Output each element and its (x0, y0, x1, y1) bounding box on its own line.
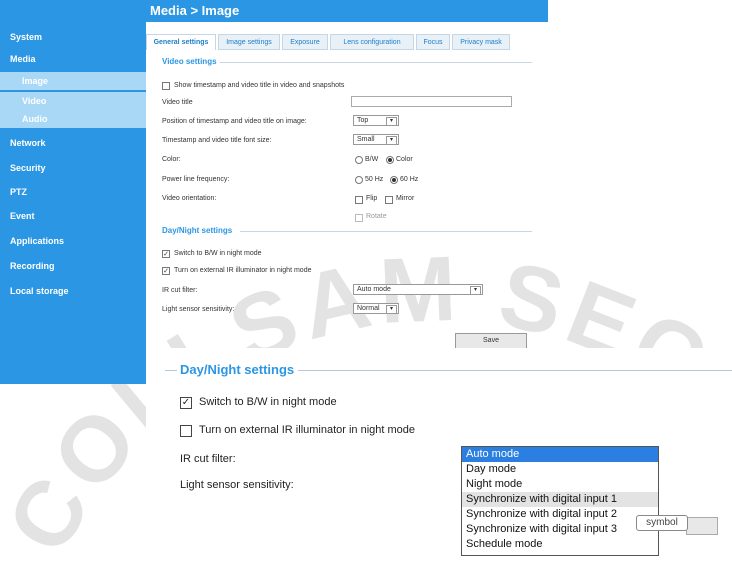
tab-focus[interactable]: Focus (416, 34, 450, 50)
ir-cut-label-small: IR cut filter: (162, 287, 198, 294)
flip-checkbox[interactable] (355, 196, 363, 204)
color-color-radio[interactable] (386, 156, 394, 164)
power-50hz-label: 50 Hz (365, 176, 384, 183)
ir-cut-label: IR cut filter: (180, 453, 236, 465)
rotate-label: Rotate (366, 213, 387, 220)
video-title-input[interactable] (351, 96, 512, 107)
sidebar-item-event[interactable]: Event (0, 206, 146, 226)
video-settings-title: Video settings (162, 57, 217, 66)
switch-bw-label-small: Switch to B/W in night mode (174, 250, 262, 257)
sidebar-item-local-storage[interactable]: Local storage (0, 281, 146, 301)
switch-bw-checkbox[interactable]: ✓ (180, 397, 192, 409)
orientation-label: Video orientation: (162, 195, 217, 202)
font-size-select[interactable]: Small ▾ (353, 134, 399, 145)
switch-bw-checkbox-small[interactable]: ✓ (162, 250, 170, 258)
ir-illuminator-label-small: Turn on external IR illuminator in night… (174, 267, 312, 274)
sidebar-item-system[interactable]: System (0, 27, 146, 47)
color-bw-label: B/W (365, 156, 379, 163)
chevron-down-icon: ▾ (386, 136, 397, 145)
color-bw-radio[interactable] (355, 156, 363, 164)
position-select[interactable]: Top ▾ (353, 115, 399, 126)
tab-privacy-mask[interactable]: Privacy mask (452, 34, 510, 50)
tab-exposure[interactable]: Exposure (282, 34, 328, 50)
divider (298, 370, 732, 371)
day-night-title: Day/Night settings (180, 362, 295, 377)
ir-illuminator-checkbox-small[interactable]: ✓ (162, 267, 170, 275)
ir-illuminator-label: Turn on external IR illuminator in night… (199, 424, 416, 436)
ir-cut-select-small[interactable]: Auto mode ▾ (353, 284, 483, 295)
dropdown-option-di2[interactable]: Synchronize with digital input 2 (462, 507, 658, 522)
mirror-label: Mirror (396, 195, 415, 202)
tab-general-settings[interactable]: General settings (146, 34, 216, 50)
dropdown-option-auto[interactable]: Auto mode (462, 447, 658, 462)
sidebar-subitem-audio[interactable]: Audio (0, 110, 146, 128)
dropdown-option-di1[interactable]: Synchronize with digital input 1 (462, 492, 658, 507)
sidebar-item-ptz[interactable]: PTZ (0, 182, 146, 202)
chevron-down-icon: ▾ (386, 117, 397, 126)
chevron-down-icon: ▾ (470, 286, 481, 295)
color-color-label: Color (396, 156, 413, 163)
sidebar-item-applications[interactable]: Applications (0, 231, 146, 251)
sidebar: System Media Image Video Audio Network S… (0, 0, 146, 384)
timestamp-checkbox[interactable] (162, 82, 170, 90)
sidebar-item-network[interactable]: Network (0, 133, 146, 153)
sidebar-item-security[interactable]: Security (0, 158, 146, 178)
mirror-checkbox[interactable] (385, 196, 393, 204)
color-label: Color: (162, 156, 181, 163)
position-label: Position of timestamp and video title on… (162, 118, 307, 125)
page-title: Media > Image (146, 0, 548, 22)
dropdown-option-schedule[interactable]: Schedule mode (462, 537, 658, 552)
tab-bar: General settings Image settings Exposure… (146, 29, 538, 51)
power-line-label: Power line frequency: (162, 176, 230, 183)
sidebar-subitem-video[interactable]: Video (0, 92, 146, 110)
switch-bw-label: Switch to B/W in night mode (199, 396, 337, 408)
light-sensor-label: Light sensor sensitivity: (180, 479, 294, 491)
sidebar-item-recording[interactable]: Recording (0, 256, 146, 276)
rotate-checkbox[interactable] (355, 214, 363, 222)
tooltip-background (686, 517, 718, 535)
sidebar-subitem-image[interactable]: Image (0, 72, 146, 90)
ir-cut-dropdown[interactable]: Auto mode Day mode Night mode Synchroniz… (461, 446, 659, 556)
tab-lens-configuration[interactable]: Lens configuration (330, 34, 414, 50)
ir-illuminator-checkbox[interactable] (180, 425, 192, 437)
symbol-tooltip: symbol (636, 515, 688, 531)
video-title-label: Video title (162, 99, 193, 106)
font-size-label: Timestamp and video title font size: (162, 137, 272, 144)
power-60hz-label: 60 Hz (400, 176, 419, 183)
power-60hz-radio[interactable] (390, 176, 398, 184)
tab-image-settings[interactable]: Image settings (218, 34, 280, 50)
sidebar-item-media[interactable]: Media (0, 49, 146, 69)
power-50hz-radio[interactable] (355, 176, 363, 184)
divider (240, 231, 532, 232)
save-button[interactable]: Save (455, 333, 527, 349)
flip-label: Flip (366, 195, 378, 202)
timestamp-checkbox-label: Show timestamp and video title in video … (174, 82, 345, 89)
divider (165, 370, 177, 371)
day-night-small-title: Day/Night settings (162, 226, 233, 235)
light-sensor-label-small: Light sensor sensitivity: (162, 306, 235, 313)
divider (220, 62, 532, 63)
light-sensor-select-small[interactable]: Normal ▾ (353, 303, 399, 314)
chevron-down-icon: ▾ (386, 305, 397, 314)
dropdown-option-day[interactable]: Day mode (462, 462, 658, 477)
dropdown-option-di3[interactable]: Synchronize with digital input 3 (462, 522, 658, 537)
dropdown-option-night[interactable]: Night mode (462, 477, 658, 492)
